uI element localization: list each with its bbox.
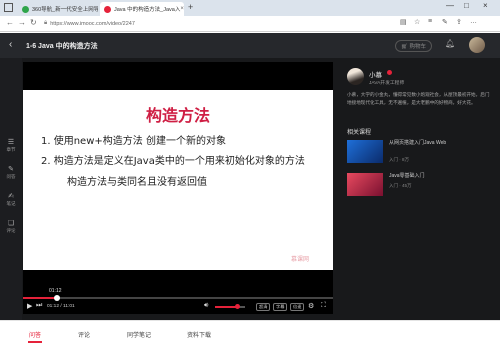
more-icon[interactable]: … — [470, 18, 477, 25]
back-arrow-icon[interactable]: ‹ — [9, 39, 12, 50]
sidebar-item-label: 章节 — [6, 147, 16, 152]
speed-button[interactable]: 倍速 — [290, 303, 305, 311]
imooc-watermark: 慕课网 — [291, 257, 310, 263]
favorites-list-icon[interactable]: ≡ — [428, 18, 432, 25]
refresh-icon[interactable]: ↻ — [30, 18, 37, 27]
site-header: ‹ 1-6 Java 中的构造方法 🛒︎ 购物车 🔔︎ — [0, 33, 500, 58]
cart-label: 购物车 — [409, 44, 427, 50]
teacher-title: JAVA开发工程师 — [369, 81, 405, 86]
sidebar-item-label: 笔记 — [6, 201, 16, 206]
new-tab-button[interactable]: + — [188, 2, 193, 12]
volume-handle[interactable] — [235, 304, 240, 309]
quality-button[interactable]: 超清 — [256, 303, 271, 311]
360-favicon-icon — [22, 5, 29, 13]
close-window-button[interactable]: × — [483, 1, 488, 10]
avatar[interactable] — [469, 37, 485, 53]
course-meta: 入门 · 8万 — [389, 157, 410, 162]
sidebar-item-chapters[interactable]: ☰ 章节 — [0, 138, 22, 153]
imooc-favicon-icon — [104, 5, 111, 13]
progress-fill — [23, 297, 57, 299]
back-icon[interactable]: ← — [6, 18, 14, 27]
tab-notes[interactable]: 同学笔记 — [127, 330, 151, 339]
slide-line-2: 2. 构造方法是定义在Java类中的一个用来初始化对象的方法 — [41, 156, 305, 167]
course-name[interactable]: Java零基础入门 — [389, 173, 489, 180]
tab-label: Java 中的构造方法_Java入 — [114, 7, 181, 13]
minimize-button[interactable]: — — [446, 1, 454, 10]
notes-icon[interactable]: ✎ — [442, 18, 448, 26]
tab-label: 360导航_新一代安全上网导航 — [32, 7, 98, 13]
close-icon[interactable]: × — [180, 6, 184, 12]
url-text: https://www.imooc.com/video/2247 — [50, 20, 135, 27]
note-icon: ✍ — [8, 193, 14, 200]
related-course-item[interactable]: 从网页搭建入门Java Web 入门 · 8万 — [347, 140, 492, 167]
sidebar-item-comments[interactable]: ❏ 评论 — [0, 219, 22, 234]
teacher-avatar[interactable] — [347, 68, 364, 85]
volume-icon[interactable]: 🔊︎ — [204, 302, 208, 310]
time-display: 01:12 / 11:01 — [47, 304, 75, 309]
course-thumbnail[interactable] — [347, 140, 383, 163]
sidebar-item-notes[interactable]: ✍ 笔记 — [0, 192, 22, 207]
time-tooltip: 01:12 — [49, 288, 62, 294]
browser-tab-360[interactable]: 360导航_新一代安全上网导航 × — [18, 2, 98, 16]
tab-comments[interactable]: 评论 — [78, 330, 90, 339]
fullscreen-icon[interactable]: ⛶ — [321, 302, 326, 310]
slide-line-1: 1. 使用new+构造方法 创建一个新的对象 — [41, 136, 226, 147]
course-meta: 入门 · 45万 — [389, 183, 412, 188]
volume-slider[interactable] — [215, 304, 245, 309]
maximize-button[interactable]: □ — [464, 1, 469, 10]
course-name[interactable]: 从网页搭建入门Java Web — [389, 140, 489, 147]
lock-icon: 🔒︎ — [44, 20, 48, 26]
comment-icon: ❏ — [7, 220, 15, 227]
related-course-item[interactable]: Java零基础入门 入门 · 45万 — [347, 173, 492, 200]
window-icon[interactable] — [4, 3, 13, 12]
share-icon[interactable]: ⇪ — [456, 18, 462, 26]
course-thumbnail[interactable] — [347, 173, 383, 196]
sidebar-item-label: 问答 — [6, 174, 16, 179]
play-icon[interactable]: ▶ — [27, 302, 32, 310]
subtitle-button[interactable]: 字幕 — [273, 303, 288, 311]
slide-line-3: 构造方法与类同名且没有返回值 — [67, 177, 207, 188]
slide-title: 构造方法 — [145, 106, 210, 125]
left-sidebar: ☰ 章节 ✎ 问答 ✍ 笔记 ❏ 评论 — [0, 58, 22, 320]
reading-view-icon[interactable]: ▤ — [400, 18, 407, 26]
next-icon[interactable]: ⏭︎ — [36, 302, 42, 310]
question-icon: ✎ — [8, 166, 14, 173]
cart-button[interactable]: 🛒︎ 购物车 — [395, 40, 433, 52]
tab-qa[interactable]: 问答 — [29, 330, 41, 339]
progress-handle[interactable] — [53, 295, 60, 301]
address-bar: ← → ↻ 🔒︎ https://www.imooc.com/video/224… — [0, 16, 500, 32]
browser-tab-imooc[interactable]: Java 中的构造方法_Java入 × — [100, 2, 184, 16]
page-title: 1-6 Java 中的构造方法 — [26, 43, 98, 50]
bottom-tab-bar: 问答 评论 同学笔记 资料下载 — [0, 320, 500, 347]
active-tab-indicator — [28, 341, 42, 343]
player-controls: 01:12 ▶ ⏭︎ 01:12 / 11:01 🔊︎ 超清 字幕 倍速 ⚙ ⛶ — [23, 288, 333, 314]
bell-icon[interactable]: 🔔︎ — [445, 39, 455, 48]
verified-badge-icon — [387, 70, 392, 75]
forward-icon[interactable]: → — [18, 18, 26, 27]
sidebar-item-label: 评论 — [6, 228, 16, 233]
list-icon: ☰ — [7, 139, 15, 146]
tab-downloads[interactable]: 资料下载 — [187, 330, 211, 339]
video-slide: 构造方法 1. 使用new+构造方法 创建一个新的对象 2. 构造方法是定义在J… — [23, 90, 333, 270]
sidebar-item-qa[interactable]: ✎ 问答 — [0, 165, 22, 180]
url-field[interactable]: 🔒︎ https://www.imooc.com/video/2247 — [44, 18, 135, 29]
favorite-star-icon[interactable]: ☆ — [414, 18, 420, 26]
progress-bar[interactable] — [23, 295, 333, 301]
browser-tab-bar: 360导航_新一代安全上网导航 × Java 中的构造方法_Java入 × + … — [0, 0, 500, 16]
settings-gear-icon[interactable]: ⚙ — [308, 302, 314, 310]
teacher-description: 小慕，大学的小金丸，懂得常见数小炮观社会，从屋顶最初开始，后门地接地现代化工具，… — [347, 92, 490, 105]
related-courses-heading: 相关课程 — [347, 130, 372, 136]
teacher-name[interactable]: 小慕 — [369, 69, 382, 79]
